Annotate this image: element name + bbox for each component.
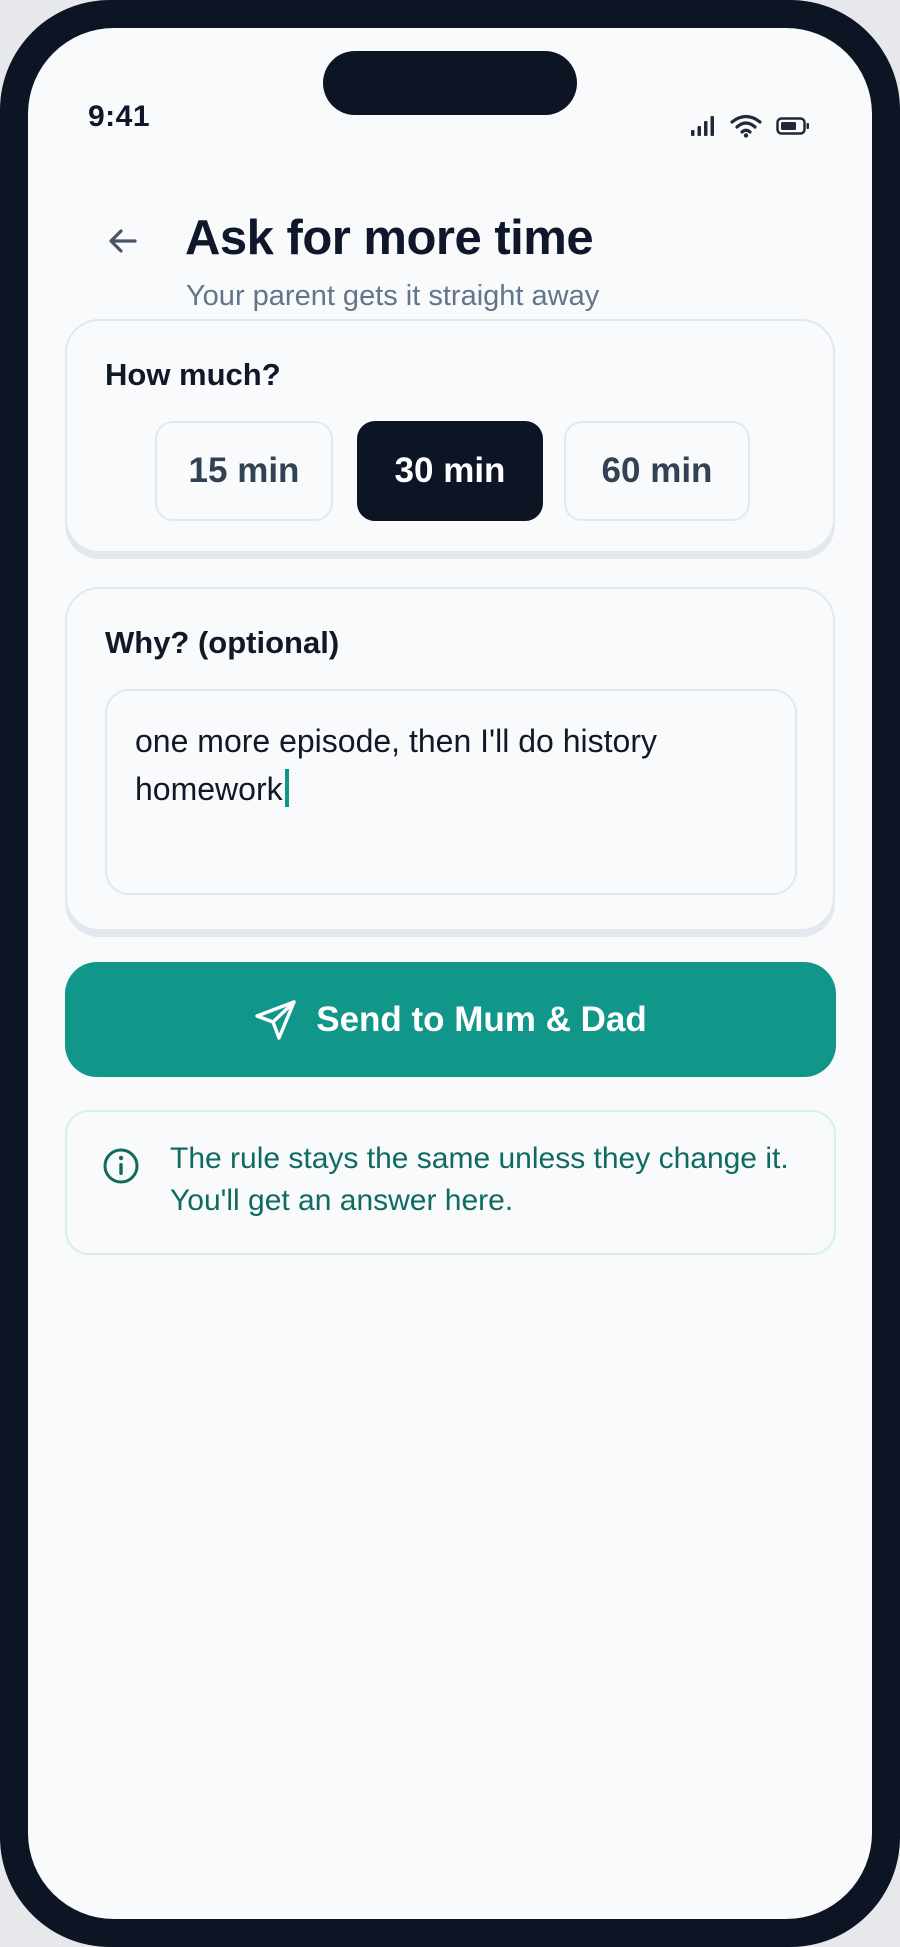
text-cursor (284, 769, 289, 807)
option-30-min-button[interactable]: 30 min (357, 421, 543, 521)
dynamic-island (323, 51, 577, 115)
amount-label: How much? (105, 357, 281, 392)
battery-icon (776, 117, 810, 140)
cellular-signal-icon (690, 115, 716, 142)
page-subtitle: Your parent gets it straight away (186, 280, 600, 312)
info-notice: The rule stays the same unless they chan… (65, 1110, 836, 1255)
arrow-left-icon (108, 228, 138, 259)
option-label: 60 min (601, 451, 713, 490)
phone-frame: 9:41 Ask for more time Your parent gets … (0, 0, 900, 1947)
reason-textarea[interactable]: one more episode, then I'll do history h… (105, 689, 797, 895)
reason-label: Why? (optional) (105, 625, 340, 660)
option-60-min-button[interactable]: 60 min (564, 421, 750, 521)
app-screen: 9:41 Ask for more time Your parent gets … (28, 28, 872, 1919)
wifi-icon (730, 114, 762, 143)
status-time: 9:41 (88, 100, 151, 133)
info-text: The rule stays the same unless they chan… (170, 1142, 789, 1217)
send-label: Send to Mum & Dad (316, 999, 647, 1039)
info-circle-icon (102, 1147, 140, 1185)
option-15-min-button[interactable]: 15 min (155, 421, 333, 521)
amount-card: How much? 15 min 30 min 60 min (65, 319, 835, 553)
status-icons (690, 114, 810, 143)
reason-text: one more episode, then I'll do history h… (135, 723, 657, 807)
option-label: 30 min (394, 451, 506, 490)
send-button[interactable]: Send to Mum & Dad (65, 962, 836, 1077)
paper-plane-icon (254, 998, 298, 1042)
reason-card: Why? (optional) one more episode, then I… (65, 587, 835, 931)
back-button[interactable] (98, 218, 148, 268)
option-label: 15 min (188, 451, 300, 490)
page-title: Ask for more time (185, 211, 594, 265)
